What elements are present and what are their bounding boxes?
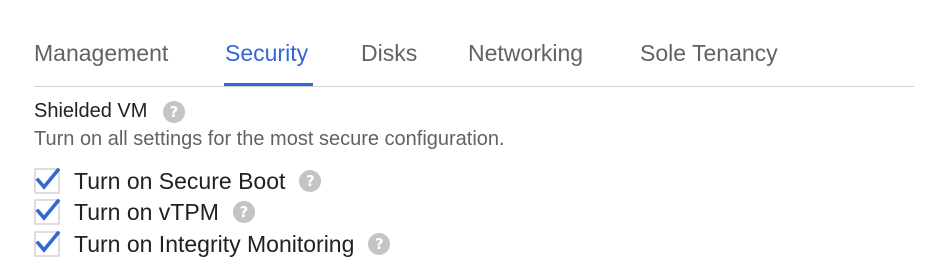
section-title-shielded-vm: Shielded VM ? <box>34 100 185 123</box>
help-icon[interactable]: ? <box>162 100 185 123</box>
tab-management[interactable]: Management <box>34 40 168 67</box>
checkbox-integrity-monitoring[interactable] <box>34 231 60 257</box>
option-label-vtpm: Turn on vTPM <box>74 198 219 225</box>
help-icon[interactable]: ? <box>368 233 391 255</box>
option-integrity-monitoring: Turn on Integrity Monitoring ? <box>34 229 391 259</box>
tab-sole-tenancy[interactable]: Sole Tenancy <box>640 40 778 67</box>
tab-security[interactable]: Security <box>225 40 308 67</box>
help-icon[interactable]: ? <box>232 201 255 223</box>
active-tab-indicator <box>224 83 313 86</box>
option-vtpm: Turn on vTPM ? <box>34 197 255 227</box>
section-title-text: Shielded VM <box>34 100 148 122</box>
help-icon[interactable]: ? <box>299 170 322 192</box>
option-secure-boot: Turn on Secure Boot ? <box>34 166 322 196</box>
checkbox-secure-boot[interactable] <box>34 168 60 194</box>
checkbox-vtpm[interactable] <box>34 199 60 225</box>
tab-bar: Management Security Disks Networking Sol… <box>34 30 914 87</box>
tab-networking[interactable]: Networking <box>468 40 583 67</box>
tab-disks[interactable]: Disks <box>361 40 417 67</box>
section-description: Turn on all settings for the most secure… <box>34 128 505 150</box>
option-label-secure-boot: Turn on Secure Boot <box>74 167 286 194</box>
option-label-integrity-monitoring: Turn on Integrity Monitoring <box>74 230 355 257</box>
